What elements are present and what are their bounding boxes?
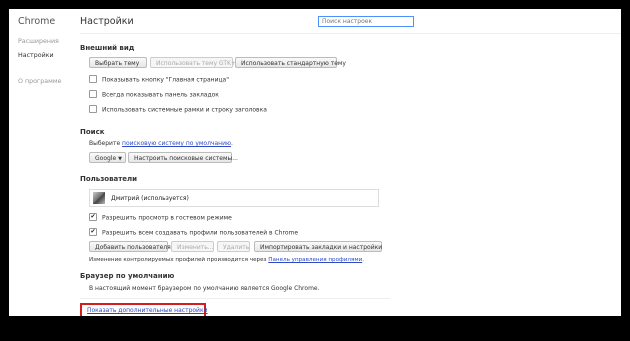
settings-main: Настройки Внешний вид Выбрать тему Испол… xyxy=(80,9,621,316)
manage-search-engines-button[interactable]: Настроить поисковые системы... xyxy=(128,152,238,163)
create-profiles-option[interactable]: ✔ Разрешить всем создавать профили пользо… xyxy=(89,228,298,237)
home-button-option[interactable]: Показывать кнопку "Главная страница" xyxy=(89,75,229,84)
avatar xyxy=(93,192,105,204)
current-user-name: Дмитрий (используется) xyxy=(111,195,189,202)
create-profiles-checkbox[interactable]: ✔ xyxy=(89,228,97,236)
bookmarks-bar-checkbox[interactable] xyxy=(89,90,97,98)
sidebar-item-about[interactable]: О программе xyxy=(18,78,61,85)
profile-dashboard-link[interactable]: Панель управления профилями xyxy=(268,257,362,263)
bookmarks-bar-option[interactable]: Всегда показывать панель закладок xyxy=(89,90,219,99)
chrome-brand: Chrome xyxy=(18,16,56,27)
edit-user-button[interactable]: Изменить... xyxy=(171,241,214,252)
header-divider xyxy=(80,33,621,34)
system-frame-option[interactable]: Использовать системные рамки и строку за… xyxy=(89,105,267,114)
appearance-heading: Внешний вид xyxy=(80,44,135,52)
sidebar: Chrome Расширения Настройки О программе xyxy=(9,9,71,316)
current-user-row[interactable]: Дмитрий (используется) xyxy=(89,189,379,207)
guest-mode-checkbox[interactable]: ✔ xyxy=(89,213,97,221)
sidebar-item-extensions[interactable]: Расширения xyxy=(18,38,59,45)
search-engine-text: Выберите поисковую систему по умолчанию. xyxy=(89,140,233,147)
add-user-button[interactable]: Добавить пользователя xyxy=(89,241,171,252)
guest-mode-option[interactable]: ✔ Разрешить просмотр в гостевом режиме xyxy=(89,213,232,222)
supervised-profiles-note: Изменение контролируемых профилей произв… xyxy=(89,257,364,263)
search-input[interactable] xyxy=(318,16,414,27)
default-theme-button[interactable]: Использовать стандартную тему xyxy=(235,57,346,68)
page-title: Настройки xyxy=(80,16,134,27)
section-divider xyxy=(80,298,390,299)
default-browser-heading: Браузер по умолчанию xyxy=(80,272,175,280)
delete-user-button[interactable]: Удалить xyxy=(217,241,250,252)
choose-theme-button[interactable]: Выбрать тему xyxy=(89,57,147,68)
chevron-down-icon: ▼ xyxy=(118,156,122,162)
search-engine-select[interactable]: Google ▼ xyxy=(89,152,126,163)
sidebar-item-settings[interactable]: Настройки xyxy=(18,52,54,59)
search-heading: Поиск xyxy=(80,128,105,136)
gtk-theme-button[interactable]: Использовать тему GTK+ xyxy=(150,57,236,68)
users-heading: Пользователи xyxy=(80,175,138,183)
import-bookmarks-button[interactable]: Импортировать закладки и настройки xyxy=(254,241,382,252)
home-button-checkbox[interactable] xyxy=(89,75,97,83)
settings-window: Chrome Расширения Настройки О программе … xyxy=(9,9,621,316)
default-search-engine-link[interactable]: поисковую систему по умолчанию xyxy=(122,140,231,147)
default-browser-text: В настоящий момент браузером по умолчани… xyxy=(89,285,320,292)
advanced-settings-highlight: Показать дополнительные настройки xyxy=(80,303,207,316)
show-advanced-settings-link[interactable]: Показать дополнительные настройки xyxy=(87,307,207,314)
system-frame-checkbox[interactable] xyxy=(89,105,97,113)
